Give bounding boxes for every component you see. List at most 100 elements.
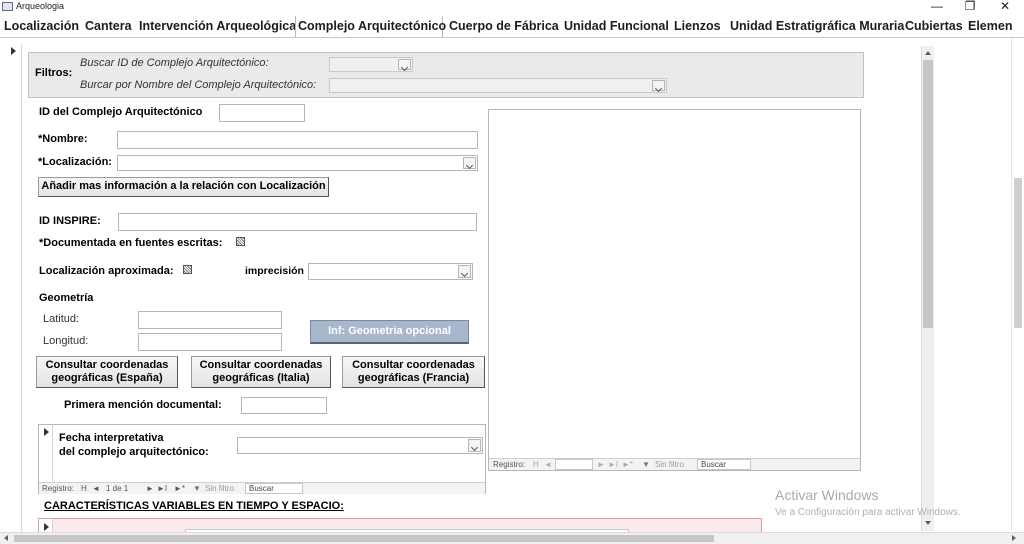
current-record-icon (44, 428, 49, 436)
next-record-icon[interactable]: ► (146, 484, 154, 493)
registro-label: Registro: (42, 484, 75, 493)
horizontal-scrollbar[interactable] (0, 532, 1024, 544)
caracteristicas-heading: CARACTERÍSTICAS VARIABLES EN TIEMPO Y ES… (44, 500, 344, 512)
window-title: Arqueologia (16, 1, 65, 11)
new-record-icon[interactable]: ►* (174, 484, 185, 493)
coord-italia-line1: Consultar coordenadas (199, 359, 323, 371)
first-record-icon[interactable]: H (81, 484, 87, 493)
fecha-subform: Fecha interpretativa del complejo arquit… (38, 424, 486, 494)
horizontal-scroll-thumb[interactable] (14, 535, 714, 542)
tab-unidad-funcional[interactable]: Unidad Funcional (562, 16, 671, 37)
primera-mencion-field[interactable] (241, 397, 327, 414)
loc-aproximada-label: Localización aproximada: (39, 265, 174, 277)
filter-status[interactable]: Sin filtro (655, 460, 684, 469)
search-box[interactable]: Buscar (697, 459, 751, 470)
search-id-combo[interactable] (329, 57, 413, 72)
scroll-thumb[interactable] (923, 60, 933, 328)
documentada-checkbox[interactable] (236, 237, 245, 246)
scroll-up-icon[interactable] (925, 51, 931, 55)
fecha-label-line1: Fecha interpretativa (59, 432, 164, 444)
first-record-icon[interactable]: H (533, 460, 539, 469)
filter-status[interactable]: Sin filtro (205, 484, 234, 493)
record-position[interactable]: 1 de 1 (106, 484, 128, 493)
coord-italia-button[interactable]: Consultar coordenadas geográficas (Itali… (191, 356, 331, 388)
tab-cuerpo-de-fabrica[interactable]: Cuerpo de Fábrica (447, 16, 561, 37)
coord-francia-line2: geográficas (Francia) (357, 372, 470, 384)
tab-localizacion[interactable]: Localización (2, 16, 81, 37)
tab-complejo-arquitectonico[interactable]: Complejo Arquitectónico (295, 16, 446, 37)
filters-label: Filtros: (35, 67, 73, 79)
filters-panel: Filtros: Buscar ID de Complejo Arquitect… (28, 52, 864, 98)
scroll-down-icon[interactable] (925, 521, 931, 525)
fecha-combo[interactable] (237, 437, 483, 454)
add-localizacion-info-button[interactable]: Añadir mas información a la relación con… (38, 177, 329, 197)
subform-record-selector[interactable] (39, 425, 53, 481)
coord-francia-button[interactable]: Consultar coordenadas geográficas (Franc… (342, 356, 485, 388)
nombre-label: *Nombre: (38, 133, 88, 145)
primera-mencion-label: Primera mención documental: (64, 399, 222, 411)
form-vertical-scrollbar[interactable] (921, 46, 934, 531)
chevron-down-icon[interactable] (468, 439, 481, 452)
tab-lienzos[interactable]: Lienzos (672, 16, 723, 37)
chevron-down-icon[interactable] (652, 80, 665, 91)
fecha-record-navigator: Registro: H ◄ 1 de 1 ► ►I ►* ▼ Sin filtr… (39, 482, 485, 494)
inspire-label: ID INSPIRE: (39, 215, 101, 227)
restore-button[interactable]: ❐ (960, 0, 980, 13)
scroll-left-icon[interactable] (4, 535, 8, 541)
geometria-info-button[interactable]: Inf: Geometria opcional (310, 320, 469, 344)
tab-unidad-estratigrafica-muraria[interactable]: Unidad Estratigráfica Muraria (728, 16, 906, 37)
tab-cantera[interactable]: Cantera (83, 16, 134, 37)
next-record-icon[interactable]: ► (597, 460, 605, 469)
title-bar: Arqueologia — ❐ ✕ (0, 0, 1024, 14)
tab-elementos[interactable]: Elemen (966, 16, 1014, 37)
scroll-thumb[interactable] (1014, 178, 1022, 328)
search-name-label: Burcar por Nombre del Complejo Arquitect… (80, 79, 317, 91)
imprecision-combo[interactable] (308, 263, 473, 280)
current-record-icon (44, 523, 49, 531)
latitud-field[interactable] (138, 311, 282, 329)
record-selector[interactable] (6, 44, 22, 539)
current-record-icon (11, 47, 16, 55)
localizacion-combo[interactable] (117, 155, 478, 171)
search-placeholder: Buscar (701, 460, 726, 469)
loc-aproximada-checkbox[interactable] (183, 265, 192, 274)
id-label: ID del Complejo Arquitectónico (39, 106, 203, 118)
id-field[interactable] (219, 104, 305, 122)
search-name-combo[interactable] (329, 78, 667, 93)
previous-record-icon[interactable]: ◄ (544, 460, 552, 469)
coord-italia-line2: geográficas (Italia) (212, 372, 310, 384)
nombre-field[interactable] (117, 131, 478, 149)
latitud-label: Latitud: (43, 313, 80, 325)
right-record-navigator: Registro: H ◄ ► ►I ►* ▼ Sin filtro Busca… (489, 458, 860, 470)
tab-cubiertas[interactable]: Cubiertas (903, 16, 965, 37)
imprecision-label: imprecisión (245, 265, 304, 277)
coord-espana-button[interactable]: Consultar coordenadas geográficas (Españ… (36, 356, 178, 388)
filter-icon[interactable]: ▼ (193, 484, 201, 493)
close-button[interactable]: ✕ (995, 0, 1015, 13)
chevron-down-icon[interactable] (458, 265, 471, 278)
activation-watermark-subtitle: Ve a Configuración para activar Windows. (775, 507, 961, 518)
new-record-icon[interactable]: ►* (622, 460, 633, 469)
previous-record-icon[interactable]: ◄ (92, 484, 100, 493)
filter-icon[interactable]: ▼ (642, 460, 650, 469)
search-id-label: Buscar ID de Complejo Arquitectónico: (80, 57, 269, 69)
scroll-right-icon[interactable] (1012, 535, 1016, 541)
window-vertical-scrollbar[interactable] (1011, 38, 1024, 530)
record-position[interactable] (555, 459, 593, 470)
geometria-label: Geometría (39, 292, 94, 304)
search-box[interactable]: Buscar (245, 483, 303, 494)
last-record-icon[interactable]: ►I (608, 460, 618, 469)
coord-espana-line2: geográficas (España) (51, 372, 163, 384)
fecha-label-line2: del complejo arquitectónico: (59, 446, 209, 458)
chevron-down-icon[interactable] (463, 157, 476, 169)
longitud-field[interactable] (138, 333, 282, 351)
chevron-down-icon[interactable] (398, 59, 411, 70)
coord-francia-line1: Consultar coordenadas (352, 359, 475, 371)
inspire-field[interactable] (118, 213, 477, 231)
last-record-icon[interactable]: ►I (157, 484, 167, 493)
registro-label: Registro: (493, 460, 526, 469)
tab-intervencion-arqueologica[interactable]: Intervención Arqueológica (137, 16, 298, 37)
search-placeholder: Buscar (249, 484, 274, 493)
coord-espana-line1: Consultar coordenadas (45, 359, 169, 371)
minimize-button[interactable]: — (927, 0, 947, 13)
